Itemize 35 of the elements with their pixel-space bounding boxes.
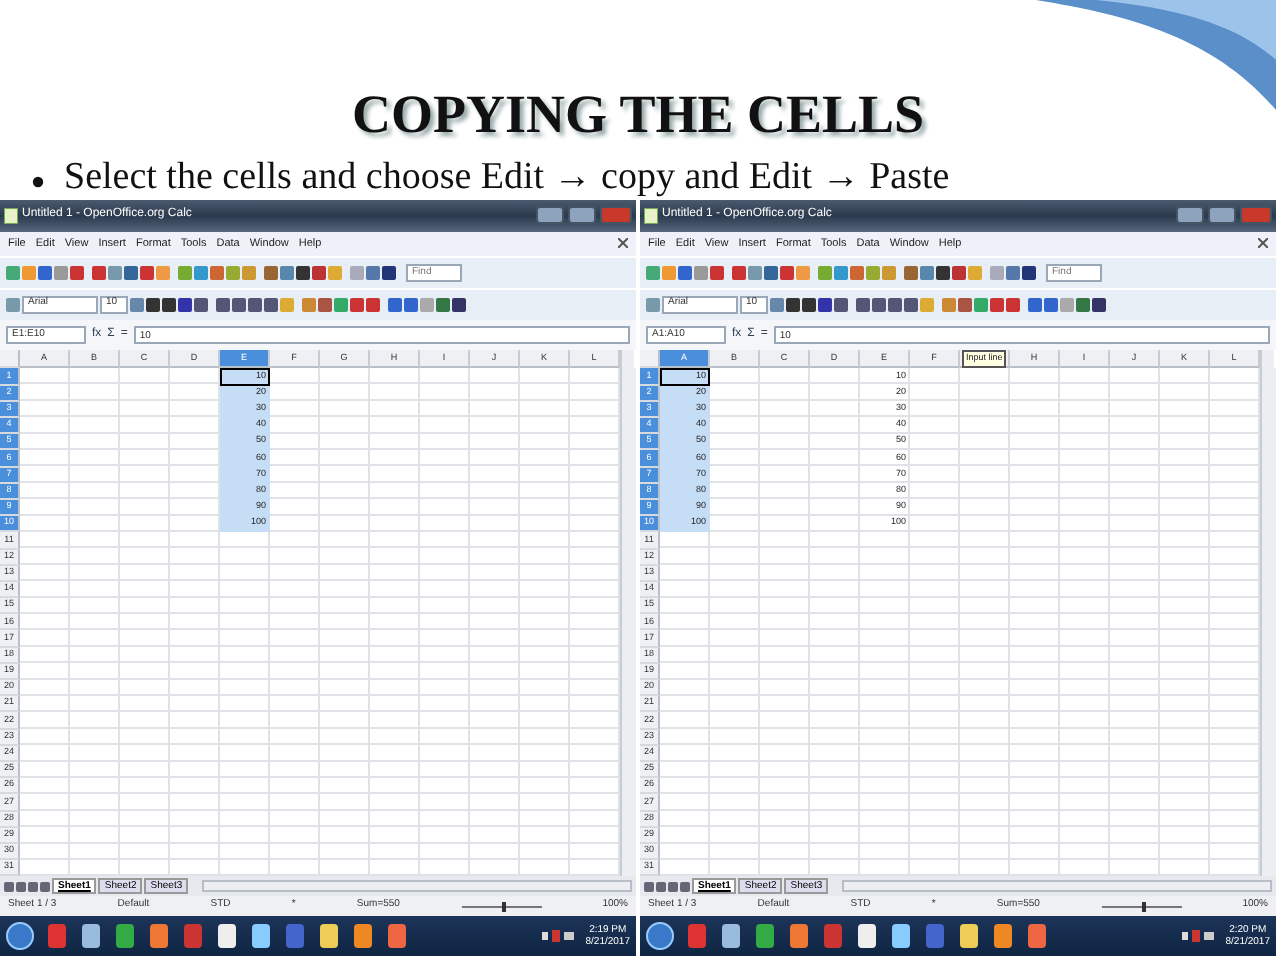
taskbar-app-icon[interactable] <box>216 924 238 949</box>
taskbar-app-icon[interactable] <box>958 924 980 949</box>
taskbar-app-icon[interactable] <box>148 924 170 949</box>
vertical-scrollbar[interactable] <box>1260 368 1276 877</box>
slide-title: COPYING THE CELLS <box>349 88 927 142</box>
zoom-thumb[interactable] <box>501 901 506 912</box>
bullet-text: Select the cells and choose Edit → copy and Edit → Paste <box>64 158 950 200</box>
tray-icon[interactable] <box>1181 930 1214 943</box>
taskbar-app-icon[interactable] <box>352 924 374 949</box>
bullet-icon <box>32 176 44 188</box>
corner-cell[interactable] <box>0 350 20 369</box>
taskbar-app-icon[interactable] <box>788 924 810 949</box>
vertical-scrollbar[interactable] <box>620 368 636 877</box>
corner-cell[interactable] <box>640 350 660 369</box>
close-icon[interactable] <box>618 238 628 249</box>
minimize-button[interactable] <box>1176 206 1204 225</box>
horizontal-scrollbar[interactable] <box>842 880 1272 893</box>
taskbar-app-icon[interactable] <box>80 924 102 949</box>
zoom-thumb[interactable] <box>1141 901 1146 912</box>
minimize-button[interactable] <box>536 206 564 225</box>
maximize-button[interactable] <box>1208 206 1236 225</box>
taskbar-app-icon[interactable] <box>250 924 272 949</box>
app-icon <box>4 207 18 224</box>
taskbar-app-icon[interactable] <box>890 924 912 949</box>
taskbar-app-icon[interactable] <box>856 924 878 949</box>
close-icon[interactable] <box>1258 238 1268 249</box>
horizontal-scrollbar[interactable] <box>202 880 632 893</box>
start-button[interactable] <box>6 922 34 951</box>
start-button[interactable] <box>646 922 674 951</box>
app-icon <box>644 207 658 224</box>
taskbar-app-icon[interactable] <box>992 924 1014 949</box>
taskbar-app-icon[interactable] <box>318 924 340 949</box>
taskbar-app-icon[interactable] <box>720 924 742 949</box>
maximize-button[interactable] <box>568 206 596 225</box>
tray-icon[interactable] <box>541 930 574 943</box>
